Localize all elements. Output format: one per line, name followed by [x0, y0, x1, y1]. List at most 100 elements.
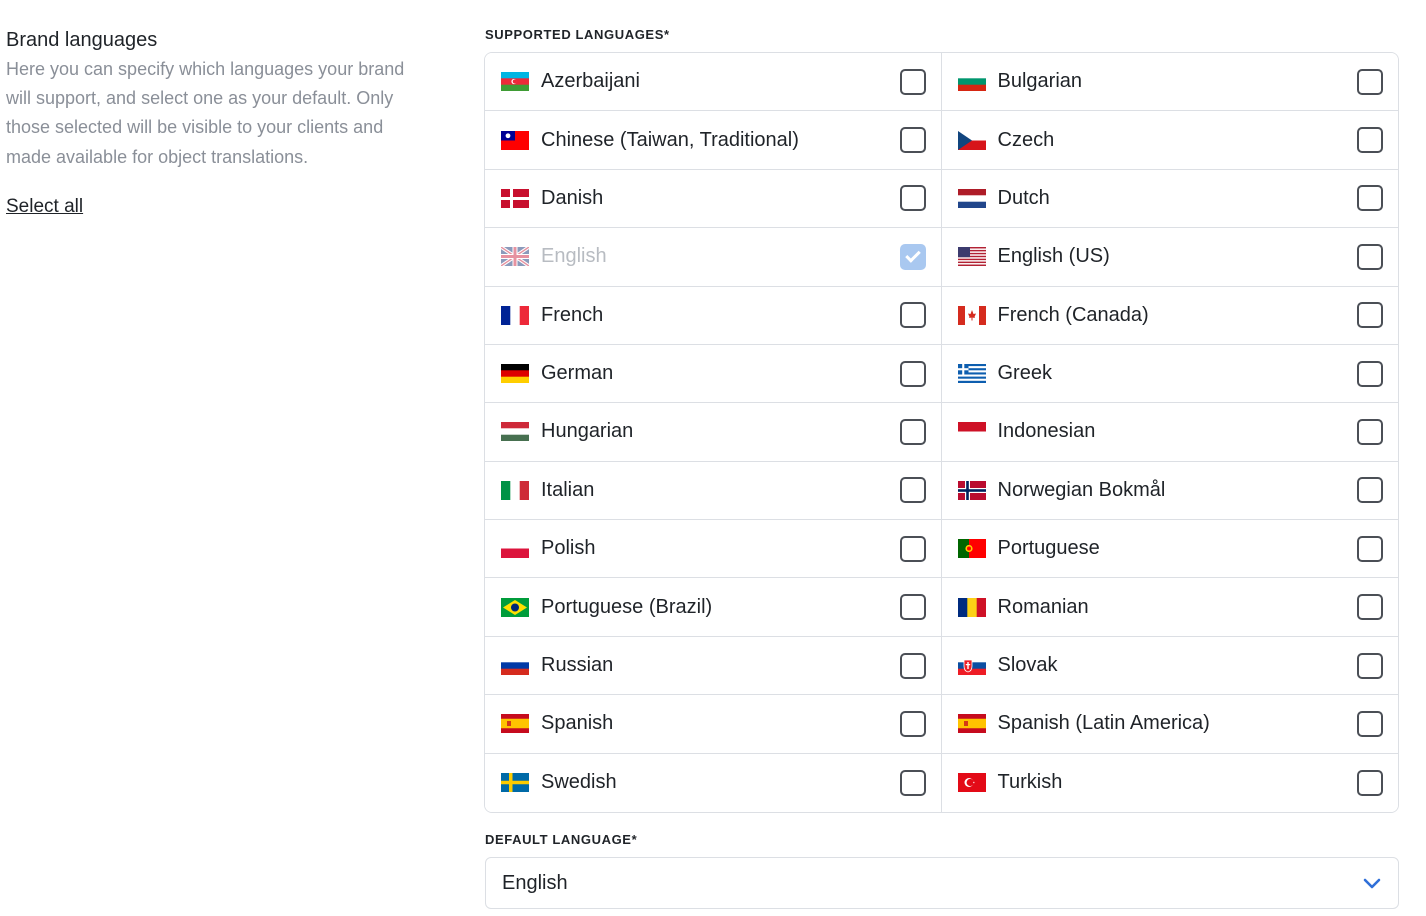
language-checkbox[interactable] — [1357, 360, 1383, 387]
language-name: Russian — [541, 654, 614, 677]
language-name: German — [541, 362, 614, 385]
se-flag-icon — [501, 773, 529, 793]
language-option[interactable]: Turkish — [941, 753, 1398, 812]
language-checkbox[interactable] — [1357, 769, 1383, 796]
language-name: Dutch — [997, 186, 1050, 209]
language-option[interactable]: Swedish — [485, 753, 942, 812]
chevron-down-icon — [1362, 876, 1382, 890]
id-flag-icon — [957, 422, 986, 442]
language-checkbox[interactable] — [899, 68, 926, 95]
language-name: Portuguese — [997, 537, 1100, 560]
nl-flag-icon — [957, 188, 986, 208]
language-option[interactable]: Portuguese — [941, 520, 1398, 579]
language-name: Chinese (Taiwan, Traditional) — [541, 128, 799, 151]
ro-flag-icon — [957, 597, 986, 617]
language-option[interactable]: English (US) — [941, 228, 1398, 287]
language-checkbox[interactable] — [1357, 594, 1383, 621]
language-checkbox[interactable] — [899, 769, 926, 796]
pl-flag-icon — [501, 539, 529, 559]
brand-languages-intro: Brand languages Here you can specify whi… — [6, 26, 426, 218]
language-option[interactable]: Greek — [941, 344, 1398, 404]
default-language-select[interactable]: English — [485, 857, 1399, 909]
language-checkbox[interactable] — [1357, 68, 1383, 95]
ca-flag-icon — [957, 305, 986, 325]
language-option[interactable]: Hungarian — [485, 403, 942, 462]
ru-flag-icon — [501, 656, 529, 676]
language-checkbox[interactable] — [899, 710, 926, 737]
us-flag-icon — [957, 247, 986, 267]
language-option[interactable]: Spanish (Latin America) — [941, 695, 1398, 754]
tw-flag-icon — [501, 130, 529, 150]
default-language-value: English — [502, 871, 568, 894]
language-name: Polish — [541, 537, 596, 560]
language-option[interactable]: Norwegian Bokmål — [941, 461, 1398, 521]
language-option[interactable]: German — [485, 344, 942, 404]
language-option[interactable]: Danish — [485, 169, 942, 229]
language-option[interactable]: Azerbaijani — [485, 53, 942, 112]
language-option[interactable]: Russian — [485, 636, 942, 696]
language-checkbox[interactable] — [899, 302, 926, 329]
language-option: English — [485, 228, 942, 287]
language-name: Hungarian — [541, 420, 634, 443]
language-option[interactable]: Italian — [485, 461, 942, 521]
language-checkbox[interactable] — [1357, 710, 1383, 737]
language-name: Swedish — [541, 771, 617, 794]
sk-flag-icon — [957, 656, 986, 676]
language-name: Portuguese (Brazil) — [541, 595, 713, 618]
language-option[interactable]: French (Canada) — [941, 286, 1398, 345]
language-name: Indonesian — [997, 420, 1096, 443]
language-checkbox[interactable] — [899, 360, 926, 387]
language-option[interactable]: Indonesian — [941, 403, 1398, 462]
language-checkbox[interactable] — [899, 652, 926, 679]
language-option[interactable]: Spanish — [485, 695, 942, 754]
language-name: English — [541, 245, 607, 268]
no-flag-icon — [957, 480, 986, 500]
language-name: French (Canada) — [997, 303, 1149, 326]
language-checkbox[interactable] — [899, 418, 926, 445]
supported-languages-grid: Azerbaijani Bulgarian Chinese (Taiwan, Tra… — [484, 52, 1399, 813]
checkmark-icon — [904, 247, 921, 263]
language-checkbox[interactable] — [1357, 535, 1383, 562]
language-name: French — [541, 303, 604, 326]
supported-languages-label: SUPPORTED LANGUAGES* — [485, 27, 670, 42]
language-option[interactable]: Bulgarian — [941, 53, 1398, 112]
tr-flag-icon — [957, 773, 986, 793]
language-option[interactable]: Portuguese (Brazil) — [485, 578, 942, 637]
language-option[interactable]: Slovak — [941, 636, 1398, 696]
language-name: Spanish (Latin America) — [997, 712, 1210, 735]
select-all-link[interactable]: Select all — [6, 196, 83, 218]
language-checkbox[interactable] — [899, 594, 926, 621]
language-checkbox[interactable] — [899, 185, 926, 212]
language-checkbox[interactable] — [1357, 127, 1383, 154]
language-checkbox[interactable] — [899, 477, 926, 504]
language-checkbox[interactable] — [1357, 418, 1383, 445]
language-checkbox — [899, 243, 926, 270]
language-checkbox[interactable] — [1357, 302, 1383, 329]
language-name: Slovak — [997, 654, 1058, 677]
language-name: English (US) — [997, 245, 1110, 268]
language-checkbox[interactable] — [1357, 185, 1383, 212]
language-name: Spanish — [541, 712, 614, 735]
language-option[interactable]: Chinese (Taiwan, Traditional) — [485, 111, 942, 170]
language-option[interactable]: French — [485, 286, 942, 345]
language-name: Greek — [997, 362, 1052, 385]
language-name: Bulgarian — [997, 70, 1083, 93]
language-option[interactable]: Polish — [485, 520, 942, 579]
language-checkbox[interactable] — [1357, 477, 1383, 504]
language-name: Azerbaijani — [541, 70, 640, 93]
br-flag-icon — [501, 597, 529, 617]
language-option[interactable]: Dutch — [941, 169, 1398, 229]
section-description: Here you can specify which languages you… — [6, 59, 405, 167]
language-checkbox[interactable] — [1357, 243, 1383, 270]
language-option[interactable]: Romanian — [941, 578, 1398, 637]
fr-flag-icon — [501, 305, 529, 325]
cz-flag-icon — [957, 130, 986, 150]
default-language-label: DEFAULT LANGUAGE* — [485, 832, 638, 847]
az-flag-icon — [501, 72, 529, 92]
es-flag-icon — [957, 714, 986, 734]
language-checkbox[interactable] — [899, 127, 926, 154]
language-checkbox[interactable] — [899, 535, 926, 562]
bg-flag-icon — [957, 72, 986, 92]
language-checkbox[interactable] — [1357, 652, 1383, 679]
language-option[interactable]: Czech — [941, 111, 1398, 170]
